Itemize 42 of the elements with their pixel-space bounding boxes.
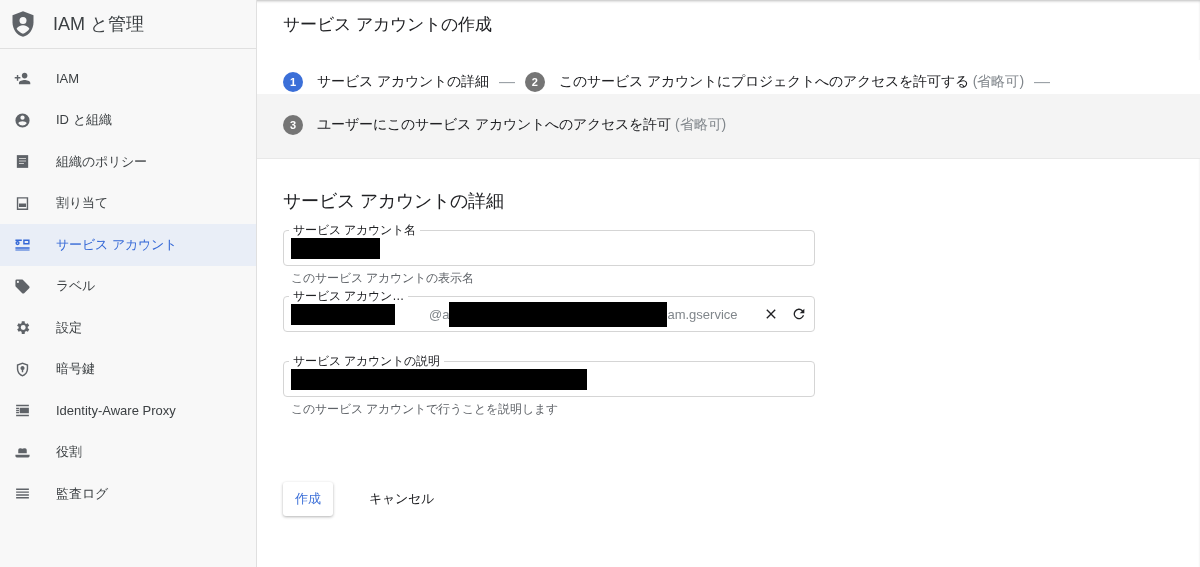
email-suffix: am.gservice	[667, 306, 738, 322]
sidebar-item[interactable]: 組織のポリシー	[0, 141, 256, 183]
sidebar-item[interactable]: Identity-Aware Proxy	[0, 390, 256, 432]
optional-label: (省略可)	[972, 72, 1025, 91]
helper-text: このサービス アカウントの表示名	[290, 270, 476, 285]
step-label[interactable]: サービス アカウントの詳細	[317, 72, 489, 91]
helper-text: このサービス アカウントで行うことを説明します	[290, 401, 560, 416]
sidebar-item[interactable]: 割り当て	[0, 182, 256, 224]
sidebar-item[interactable]: 役割	[0, 431, 256, 473]
sidebar-item[interactable]: ID と組織	[0, 99, 256, 141]
field-label: サービス アカウン…	[289, 289, 409, 303]
refresh-icon[interactable]	[791, 306, 807, 322]
email-suffix: @a	[429, 306, 450, 322]
sidebar-item[interactable]: 設定	[0, 307, 256, 349]
text-field[interactable]: サービス アカウントの説明	[283, 353, 815, 397]
section-heading: サービス アカウントの詳細	[283, 190, 505, 213]
settings-icon	[14, 319, 31, 337]
step-label[interactable]: このサービス アカウントにプロジェクトへのアクセスを許可する	[558, 72, 969, 91]
document-icon	[14, 153, 31, 171]
page-title: サービス アカウントの作成	[283, 13, 492, 36]
sidebar-item[interactable]: ラベル	[0, 265, 256, 307]
app-title: IAM と管理	[53, 13, 144, 36]
step-number: 3	[283, 114, 303, 135]
cancel-button[interactable]: キャンセル	[357, 482, 446, 516]
sidebar-item[interactable]: IAM	[0, 58, 256, 100]
field-label: サービス アカウント名	[289, 223, 421, 237]
sidebar-item[interactable]: 暗号鍵	[0, 348, 256, 390]
text-field[interactable]: サービス アカウン… @a am.gservice	[283, 288, 815, 332]
field-label: サービス アカウントの説明	[289, 354, 445, 368]
sidebar-item[interactable]: 監査ログ	[0, 473, 256, 515]
calendar-icon	[14, 194, 31, 212]
text-field[interactable]: サービス アカウント名	[283, 222, 815, 266]
step-label[interactable]: ユーザーにこのサービス アカウントへのアクセスを許可	[317, 115, 671, 134]
tag-icon	[14, 277, 31, 295]
step-number: 1	[283, 71, 303, 92]
sidebar-item[interactable]: サービス アカウント	[0, 224, 256, 266]
optional-label: (省略可)	[674, 115, 727, 134]
step-separator: —	[498, 72, 515, 91]
step-separator: —	[1034, 72, 1051, 91]
create-button[interactable]: 作成	[283, 482, 333, 516]
step-number: 2	[524, 71, 545, 92]
shield-key-icon	[14, 360, 31, 378]
